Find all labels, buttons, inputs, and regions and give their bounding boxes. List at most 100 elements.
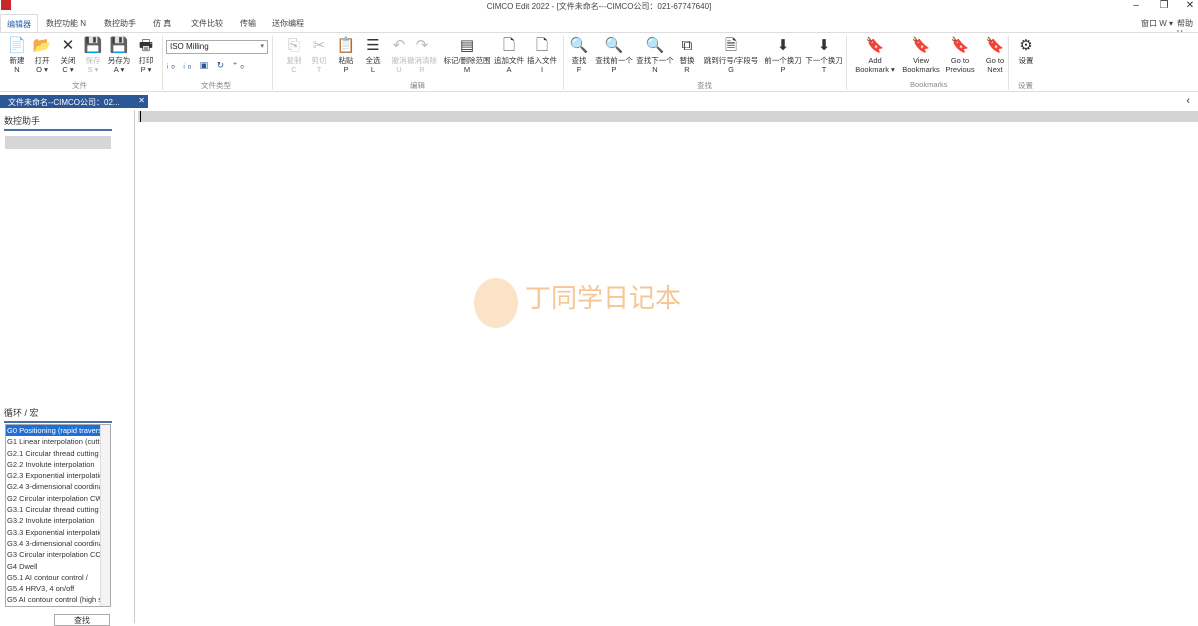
find-button-1[interactable]: 🔍 查找前一个 P	[593, 36, 635, 74]
bookmarks-0-icon: 🔖	[865, 37, 885, 54]
scrollbar[interactable]	[100, 425, 110, 606]
tab-nc-functions[interactable]: 数控功能 N	[46, 18, 86, 29]
find-5-icon: ⬇	[776, 37, 790, 54]
button-shortcut: R	[419, 65, 425, 74]
editor-current-line[interactable]	[138, 111, 1198, 122]
menu-tabs: 编辑器 数控功能 N 数控助手 仿 真 文件比较 传输 送你编程 窗口 W ▾ …	[0, 14, 1198, 38]
list-item[interactable]: G2 Circular interpolation CW	[6, 493, 101, 504]
collapse-chevron-icon[interactable]: ‹	[1186, 95, 1190, 107]
cycles-title: 循环 / 宏	[4, 406, 112, 423]
chevron-down-icon: ▾	[260, 43, 264, 50]
bookmarks-button-3[interactable]: 🔖 Go to Next	[978, 36, 1012, 74]
button-label: 关闭	[60, 56, 76, 65]
button-label: 打开	[34, 56, 50, 65]
group-label-find: 查找	[697, 81, 712, 90]
button-shortcut: A	[506, 65, 512, 74]
list-item[interactable]: G3.1 Circular thread cutting	[6, 504, 101, 515]
button-label: 替换	[679, 56, 695, 65]
button-label: 追加文件	[494, 56, 524, 65]
list-item[interactable]: G2.3 Exponential interpolation	[6, 470, 101, 481]
edit-7-icon: 🗋	[502, 37, 516, 54]
list-item[interactable]: G0 Positioning (rapid traverse)	[6, 425, 101, 437]
button-shortcut: N	[652, 65, 658, 74]
filetype-select[interactable]: ISO Milling ▾	[166, 40, 268, 54]
settings-button-0[interactable]: ⚙ 设置	[1013, 36, 1039, 65]
edit-button-7[interactable]: 🗋 追加文件 A	[493, 36, 525, 74]
find-button-0[interactable]: 🔍 查找 F	[568, 36, 590, 74]
button-label: View	[912, 56, 930, 65]
assistant-input[interactable]	[5, 136, 111, 149]
find-button-5[interactable]: ⬇ 前一个换刀 P	[762, 36, 804, 74]
tab-simulation[interactable]: 仿 真	[153, 18, 171, 29]
window-menu[interactable]: 窗口 W ▾	[1141, 18, 1173, 29]
minimize-button[interactable]: –	[1126, 0, 1146, 11]
bookmarks-2-icon: 🔖	[950, 37, 970, 54]
button-label: 标记/删除范围	[443, 56, 491, 65]
edit-8-icon: 🗋	[535, 37, 549, 54]
file-button-0[interactable]: 📄 新建 N	[4, 36, 30, 74]
find-button-2[interactable]: 🔍 查找下一个 N	[634, 36, 676, 74]
bookmarks-button-1[interactable]: 🔖 View Bookmarks	[898, 36, 944, 74]
find-button-6[interactable]: ⬇ 下一个换刀 T	[803, 36, 845, 74]
list-item[interactable]: G5 AI contour control (high speed)	[6, 594, 101, 605]
find-button-3[interactable]: ⧉ 替换 R	[676, 36, 698, 74]
button-label: Go to	[985, 56, 1005, 65]
divider	[1008, 36, 1009, 90]
find-button[interactable]: 查找	[54, 614, 110, 626]
line-gutter: 1	[136, 110, 148, 623]
tab-programming[interactable]: 送你编程	[272, 18, 304, 29]
tab-transfer[interactable]: 传输	[240, 18, 256, 29]
find-1-icon: 🔍	[604, 37, 624, 54]
cycles-list[interactable]: G0 Positioning (rapid traverse) G1 Linear…	[5, 424, 111, 607]
button-shortcut: R	[684, 65, 690, 74]
watermark-text: 丁同学日记本	[525, 283, 682, 313]
file-button-4[interactable]: 💾 另存为 A ▾	[106, 36, 132, 74]
button-label: 插入文件	[527, 56, 557, 65]
edit-button-6[interactable]: ▤ 标记/删除范围 M	[441, 36, 493, 74]
list-item[interactable]: G3.2 Involute interpolation	[6, 515, 101, 526]
list-item[interactable]: G3.3 Exponential interpolation	[6, 527, 101, 538]
find-button-4[interactable]: 🗎 跳到行号/字段号 G	[702, 36, 760, 74]
button-shortcut: I	[540, 65, 544, 74]
group-label-filetype: 文件类型	[201, 81, 231, 90]
list-item[interactable]: G5.4 HRV3, 4 on/off	[6, 583, 101, 594]
list-item[interactable]: G2.2 Involute interpolation	[6, 459, 101, 470]
find-0-icon: 🔍	[569, 37, 589, 54]
restore-button[interactable]: ❐	[1154, 0, 1174, 11]
divider	[272, 36, 273, 90]
file-button-1[interactable]: 📂 打开 O ▾	[29, 36, 55, 74]
bookmarks-3-icon: 🔖	[985, 37, 1005, 54]
text-caret	[140, 111, 141, 122]
file-button-2[interactable]: ✕ 关闭 C ▾	[55, 36, 81, 74]
button-label: 下一个换刀	[805, 56, 843, 65]
list-item[interactable]: G3 Circular interpolation CCW	[6, 549, 101, 560]
ribbon: 📄 新建 N 📂 打开 O ▾ ✕ 关闭 C ▾ 💾 保存 S ▾ 💾 另存为 A ▾ 🖶 打印 P ▾ ⎘ 复制 C ✂…	[0, 32, 1198, 92]
list-item[interactable]: G4 Dwell	[6, 561, 101, 572]
find-4-icon: 🗎	[724, 37, 738, 54]
filetype-value: ISO Milling	[170, 42, 209, 51]
find-3-icon: ⧉	[681, 37, 693, 54]
bookmarks-button-2[interactable]: 🔖 Go to Previous	[943, 36, 977, 74]
edit-button-5[interactable]: ↷ 撤消清除 R	[407, 36, 437, 74]
document-tab[interactable]: 文件未命名--CIMCO公司：02... ✕	[0, 95, 148, 108]
list-item[interactable]: G2.1 Circular thread cutting	[6, 448, 101, 459]
tab-editor[interactable]: 编辑器	[0, 14, 38, 32]
close-icon[interactable]: ✕	[138, 96, 145, 105]
list-item[interactable]: G1 Linear interpolation (cutting feed)	[6, 436, 101, 447]
button-shortcut: G	[728, 65, 734, 74]
close-button[interactable]: ✕	[1180, 0, 1198, 11]
button-label: Go to	[950, 56, 970, 65]
bookmarks-1-icon: 🔖	[911, 37, 931, 54]
list-item[interactable]: G3.4 3-dimensional coordinate	[6, 538, 101, 549]
tab-file-compare[interactable]: 文件比较	[191, 18, 223, 29]
tab-nc-assistant[interactable]: 数控助手	[104, 18, 136, 29]
button-shortcut: Bookmark ▾	[855, 65, 895, 74]
file-button-5[interactable]: 🖶 打印 P ▾	[133, 36, 159, 74]
filetype-tool-icons[interactable]: ᵢₒ ᵢₒ ▣ ↻ ⁺ₒ	[167, 60, 247, 71]
list-item[interactable]: G2.4 3-dimensional coordinate	[6, 481, 101, 492]
edit-button-8[interactable]: 🗋 插入文件 I	[526, 36, 558, 74]
file-button-3[interactable]: 💾 保存 S ▾	[80, 36, 106, 74]
list-item[interactable]: G5.1 AI contour control /	[6, 572, 101, 583]
bookmarks-button-0[interactable]: 🔖 Add Bookmark ▾	[851, 36, 899, 74]
button-shortcut: A ▾	[113, 65, 125, 74]
